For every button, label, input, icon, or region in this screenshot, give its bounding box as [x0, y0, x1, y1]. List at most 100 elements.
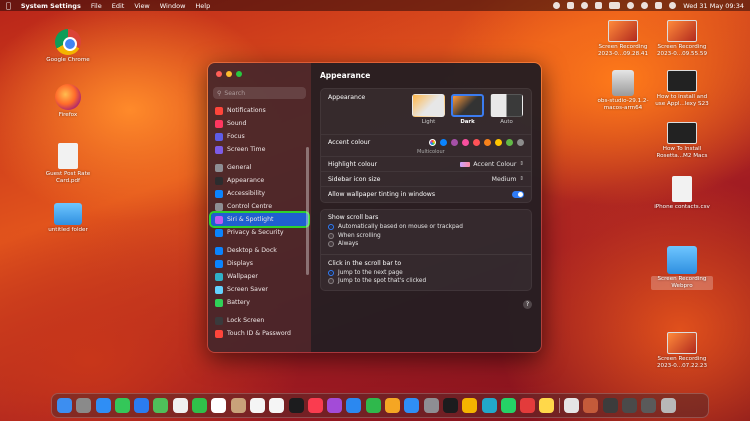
desktop-icon-recording-3[interactable]: Screen Recording 2023-0...07.22.23 [651, 332, 713, 370]
desktop-icon-recording-1[interactable]: Screen Recording 2023-0...09.28.41 [592, 20, 654, 58]
music-icon[interactable] [307, 398, 323, 413]
siri-icon[interactable] [669, 2, 677, 9]
desktop-icon-video-2[interactable]: How To Install Rosetta...M2 Macs [651, 122, 713, 160]
messages-icon[interactable] [114, 398, 130, 413]
sidebar-item-screen-time[interactable]: Screen Time [208, 143, 311, 156]
menu-file[interactable]: File [91, 2, 102, 10]
desktop-icon-webpro[interactable]: Screen Recording Webpro [651, 246, 713, 290]
sidebar-item-displays[interactable]: Displays [208, 257, 311, 270]
menu-edit[interactable]: Edit [112, 2, 125, 10]
close-button[interactable] [216, 71, 222, 77]
sidebar-item-screen-saver[interactable]: Screen Saver [208, 283, 311, 296]
freeform-icon[interactable] [269, 398, 285, 413]
terminal-icon[interactable] [442, 398, 458, 413]
sidebar-item-sound[interactable]: Sound [208, 117, 311, 130]
zoom-button[interactable] [236, 71, 242, 77]
radio-button[interactable] [328, 278, 334, 285]
sidebar-item-control-centre[interactable]: Control Centre [208, 200, 311, 213]
desktop-icon-csv[interactable]: iPhone contacts.csv [651, 176, 713, 211]
theme-light[interactable]: Light [411, 94, 446, 125]
edge-icon[interactable] [481, 398, 497, 413]
sidebar-search[interactable]: ⚲ [213, 87, 306, 99]
desktop-icon-folder[interactable]: untitled folder [37, 203, 99, 234]
radio-button[interactable] [328, 241, 334, 248]
calendar-icon[interactable] [211, 398, 227, 413]
screen-recorder-icon[interactable] [520, 398, 536, 413]
sidebar-item-desktop-dock[interactable]: Desktop & Dock [208, 244, 311, 257]
scroll-bar-option[interactable]: When scrolling [328, 232, 524, 241]
desktop-icon-chrome[interactable]: Google Chrome [37, 29, 99, 64]
desktop-icon-obs[interactable]: obs-studio-29.1.2-macos-arm64 [592, 70, 654, 112]
sidebar-scrollbar[interactable] [306, 147, 309, 275]
sidebar-item-accessibility[interactable]: Accessibility [208, 187, 311, 200]
desktop-icon-pdf[interactable]: Guest Post Rate Card.pdf [37, 143, 99, 185]
accent-multicolour[interactable] [429, 139, 436, 146]
click-scroll-option[interactable]: Jump to the next page [328, 269, 524, 278]
apple-icon[interactable]:  [6, 1, 11, 10]
sidebar-item-siri-spotlight[interactable]: Siri & Spotlight [209, 211, 310, 228]
desktop-icon-recording-2[interactable]: Screen Recording 2023-0...09.55.59 [651, 20, 713, 58]
downloads-icon[interactable] [621, 398, 637, 413]
accent-swatch[interactable] [440, 139, 447, 146]
screenshot-stack-icon[interactable] [583, 398, 599, 413]
whatsapp-icon[interactable] [500, 398, 516, 413]
trash-icon[interactable] [660, 398, 676, 413]
numbers-icon[interactable] [365, 398, 381, 413]
sidebar-icon-size-select[interactable]: Medium ⇕ [492, 176, 524, 183]
sidebar-item-privacy-security[interactable]: Privacy & Security [208, 226, 311, 239]
keynote-icon[interactable] [346, 398, 362, 413]
display-icon[interactable] [595, 2, 603, 9]
sidebar-item-focus[interactable]: Focus [208, 130, 311, 143]
spotlight-icon[interactable] [641, 2, 649, 9]
safari-icon[interactable] [95, 398, 111, 413]
sidebar-item-touch-id-password[interactable]: Touch ID & Password [208, 327, 311, 340]
photos-icon[interactable] [172, 398, 188, 413]
pages-icon[interactable] [385, 398, 401, 413]
wifi-icon[interactable] [627, 2, 635, 9]
user-icon[interactable] [581, 2, 589, 9]
menu-clock[interactable]: Wed 31 May 09:34 [683, 2, 744, 10]
app-store-icon[interactable] [404, 398, 420, 413]
tv-icon[interactable] [288, 398, 304, 413]
accent-swatch[interactable] [462, 139, 469, 146]
sidebar-item-general[interactable]: General [208, 161, 311, 174]
accent-swatch[interactable] [473, 139, 480, 146]
radio-button[interactable] [328, 269, 334, 276]
mail-icon[interactable] [134, 398, 150, 413]
click-scroll-option[interactable]: Jump to the spot that's clicked [328, 277, 524, 286]
minimize-button[interactable] [226, 71, 232, 77]
radio-button[interactable] [328, 232, 334, 239]
battery-icon[interactable] [609, 2, 621, 9]
help-button[interactable]: ? [523, 300, 532, 309]
scroll-bar-option[interactable]: Always [328, 240, 524, 249]
menu-view[interactable]: View [134, 2, 149, 10]
folder-stack-icon[interactable] [602, 398, 618, 413]
accent-swatch[interactable] [506, 139, 513, 146]
desktop-icon-firefox[interactable]: Firefox [37, 84, 99, 119]
launchpad-icon[interactable] [76, 398, 92, 413]
accent-swatch[interactable] [495, 139, 502, 146]
theme-auto[interactable]: Auto [489, 94, 524, 125]
menu-help[interactable]: Help [195, 2, 210, 10]
notes-icon[interactable] [539, 398, 555, 413]
search-input[interactable] [224, 89, 305, 97]
accent-swatch[interactable] [517, 139, 524, 146]
accent-swatch[interactable] [451, 139, 458, 146]
contacts-icon[interactable] [230, 398, 246, 413]
maps-icon[interactable] [153, 398, 169, 413]
scroll-bar-option[interactable]: Automatically based on mouse or trackpad [328, 223, 524, 232]
reminders-icon[interactable] [249, 398, 265, 413]
record-icon[interactable] [553, 2, 561, 9]
recent-icon[interactable] [641, 398, 657, 413]
monitor-icon[interactable] [567, 2, 575, 9]
wallpaper-tinting-toggle[interactable] [512, 191, 524, 198]
app-menu[interactable]: System Settings [21, 2, 81, 10]
desktop-icon-video-1[interactable]: How to install and use Appl...lexy S23 [651, 70, 713, 108]
sidebar-item-battery[interactable]: Battery [208, 296, 311, 309]
accent-swatch[interactable] [484, 139, 491, 146]
highlight-colour-select[interactable]: Accent Colour ⇕ [460, 161, 524, 168]
doc-icon[interactable] [564, 398, 580, 413]
sidebar-item-wallpaper[interactable]: Wallpaper [208, 270, 311, 283]
sidebar-item-notifications[interactable]: Notifications [208, 104, 311, 117]
facetime-icon[interactable] [192, 398, 208, 413]
